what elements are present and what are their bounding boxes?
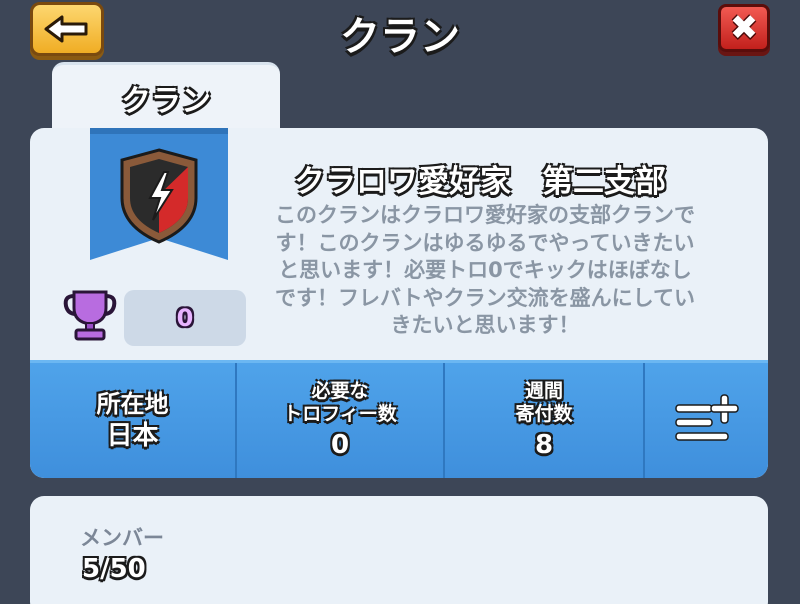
stat-weekly-donations: 週間 寄付数 8	[445, 363, 645, 478]
stat-required-trophies: 必要な トロフィー数 0	[237, 363, 445, 478]
stat-required-trophies-value: 0	[330, 429, 350, 460]
menu-add-button[interactable]	[645, 363, 768, 478]
clan-info-card: 0 クラロワ愛好家 第二支部 このクランはクラロワ愛好家の支部クランです！このク…	[30, 128, 768, 478]
trophy-value: 0	[176, 304, 194, 332]
clan-description: このクランはクラロワ愛好家の支部クランです！このクランはゆるゆるでやっていきたい…	[275, 203, 695, 337]
clan-trophy-count: 0	[124, 290, 246, 346]
top-bar: クラン ✖	[0, 0, 800, 62]
members-label: メンバー	[80, 526, 164, 550]
stat-weekly-donations-value: 8	[534, 429, 554, 460]
page-title: クラン	[340, 14, 460, 60]
trophy-icon	[63, 290, 117, 341]
clan-banner	[90, 128, 228, 260]
stat-weekly-donations-label: 週間 寄付数	[515, 379, 573, 425]
menu-add-icon	[674, 393, 739, 441]
clan-stats-bar: 所在地 日本 必要な トロフィー数 0 週間 寄付数 8	[30, 360, 768, 478]
close-icon: ✖	[729, 8, 759, 48]
tab-clan[interactable]: クラン	[52, 62, 280, 130]
stat-location-value: 日本	[106, 420, 159, 451]
clan-name: クラロワ愛好家 第二支部	[294, 164, 666, 200]
tab-label: クラン	[121, 83, 211, 119]
stat-location: 所在地 日本	[30, 363, 237, 478]
members-count: 5/50	[82, 554, 146, 584]
stat-location-label: 所在地	[96, 389, 169, 418]
close-button[interactable]: ✖	[718, 4, 770, 52]
members-card: メンバー 5/50	[30, 496, 768, 604]
stat-required-trophies-label: 必要な トロフィー数	[283, 379, 397, 425]
